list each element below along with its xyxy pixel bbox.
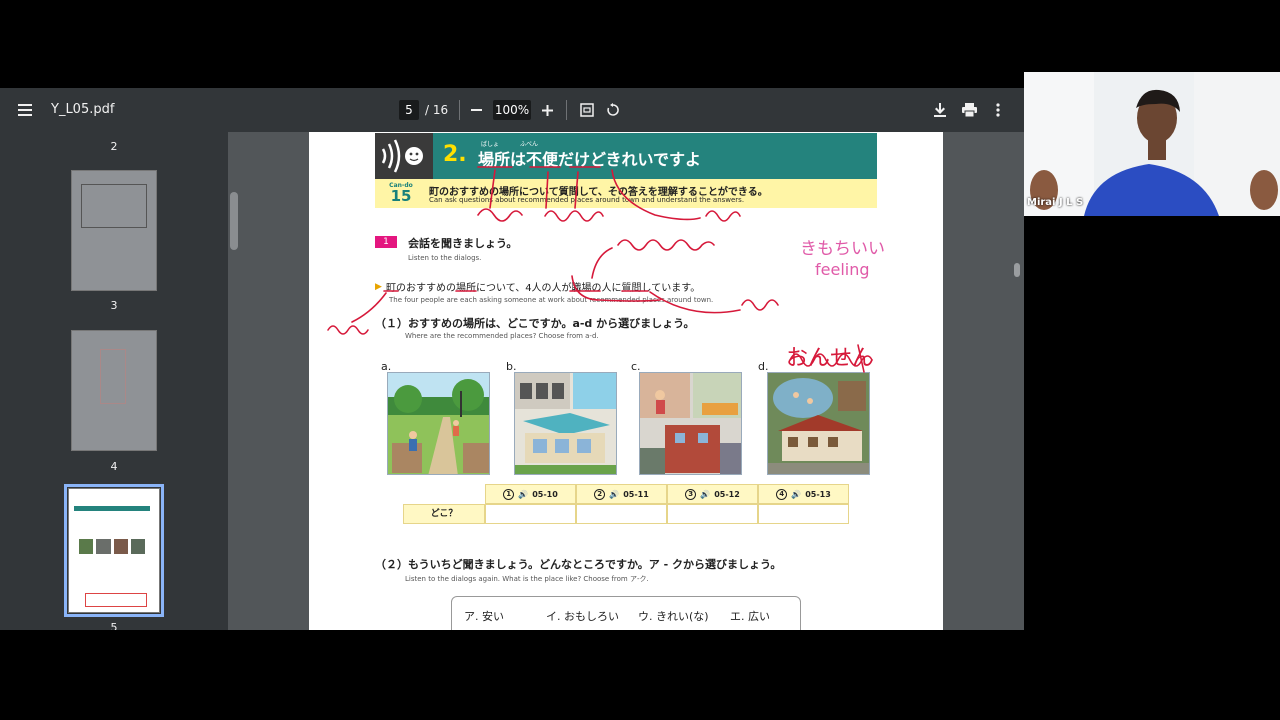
annotation-onsen: おんせん	[786, 346, 875, 371]
table-header: 3 🔊 05-12	[667, 484, 758, 504]
question-2: （２）もういちど聞きましょう。どんなところですか。ア - クから選びましょう。	[375, 558, 782, 571]
park-picture	[387, 372, 490, 475]
thumbnail-label: 3	[110, 299, 118, 312]
track-number: 1	[503, 488, 515, 500]
plus-icon	[541, 104, 553, 116]
choice-item: イ. おもしろい	[546, 610, 619, 623]
thumbnail-label: 2	[110, 140, 118, 153]
answer-cell	[576, 504, 667, 524]
question-1-translation: Where are the recommended places? Choose…	[405, 332, 599, 340]
table-row-label: どこ？	[403, 504, 485, 524]
participant-name: Mirai J L S	[1027, 197, 1084, 208]
thumbnail-label: 5	[110, 621, 118, 630]
rotate-icon	[607, 103, 619, 116]
choices-box: ア. 安い イ. おもしろい ウ. きれい(な) エ. 広い	[451, 596, 801, 630]
track-number: 4	[776, 488, 788, 500]
audio-badge	[375, 133, 433, 179]
annotation-kimochi: きもちいい	[800, 239, 885, 259]
page-thumbnail-3[interactable]	[71, 170, 157, 291]
lesson-number: 2.	[443, 142, 467, 167]
track-code: 05-12	[714, 489, 740, 499]
more-vert-icon	[996, 103, 1000, 117]
table-header: 1 🔊 05-10	[485, 484, 576, 504]
zoom-in-button[interactable]	[533, 96, 561, 124]
print-button[interactable]	[955, 96, 983, 124]
toolbar-divider	[459, 100, 460, 120]
lesson-header: 2. ばしょ ふべん 場所は不便だけどきれいですよ	[375, 133, 877, 179]
webcam-video	[1024, 72, 1280, 216]
choice-item: ア. 安い	[464, 610, 504, 623]
table-header: 4 🔊 05-13	[758, 484, 849, 504]
answer-table: 1 🔊 05-10 2 🔊 05-11 3 🔊 05-12 4 🔊 05-13 どこ？	[403, 484, 849, 525]
track-code: 05-10	[532, 489, 558, 499]
speaker-icon: 🔊	[700, 489, 711, 499]
triangle-bullet-icon: ▶	[375, 282, 382, 292]
document-title: Y_L05.pdf	[51, 102, 115, 117]
track-code: 05-11	[623, 489, 649, 499]
table-header: 2 🔊 05-11	[576, 484, 667, 504]
answer-cell	[485, 504, 576, 524]
can-do-number: 15	[390, 187, 412, 205]
thumbnail-box	[85, 593, 147, 607]
fit-to-page-icon	[580, 103, 594, 117]
rotate-button[interactable]	[599, 96, 627, 124]
toolbar-divider	[566, 100, 567, 120]
page-total: / 16	[425, 103, 449, 117]
can-do-translation: Can ask questions about recommended plac…	[429, 196, 745, 204]
zoom-out-button[interactable]	[462, 96, 490, 124]
lesson-title: 場所は不便だけどきれいですよ	[478, 150, 702, 169]
sidebar-scrollbar[interactable]	[230, 192, 238, 250]
section-badge: 1	[375, 236, 397, 248]
thumbnail-sidebar: 2 3 4 5	[0, 132, 228, 630]
download-button[interactable]	[926, 96, 954, 124]
thumbnail-pictures	[79, 539, 145, 554]
question-2-translation: Listen to the dialogs again. What is the…	[405, 575, 649, 583]
thumbnail-label: 4	[110, 460, 118, 473]
gym-picture	[514, 372, 617, 475]
pdf-page: 2. ばしょ ふべん 場所は不便だけどきれいですよ Can-do 15 町のおす…	[309, 132, 943, 630]
screen: Y_L05.pdf 5 / 16 100% 2 3 4 5 2. ばしょ ふべん…	[0, 0, 1280, 720]
intro-translation: The four people are each asking someone …	[389, 296, 714, 304]
audio-speaker-icon	[381, 139, 423, 173]
document-scrollbar[interactable]	[1014, 263, 1020, 277]
page-number-input[interactable]: 5	[399, 100, 419, 120]
thumbnail-header	[74, 506, 150, 511]
choice-item: エ. 広い	[730, 610, 770, 623]
shopping-picture	[639, 372, 742, 475]
speaker-icon: 🔊	[791, 489, 802, 499]
thumbnail-content	[100, 349, 126, 404]
page-thumbnail-5[interactable]	[64, 484, 164, 617]
hot-spring-picture	[767, 372, 870, 475]
answer-cell	[758, 504, 849, 524]
page-thumbnail-4[interactable]	[71, 330, 157, 451]
speaker-icon: 🔊	[609, 489, 620, 499]
answer-cell	[667, 504, 758, 524]
thumbnail-content	[81, 184, 147, 228]
zoom-input[interactable]: 100%	[493, 100, 531, 120]
menu-button[interactable]	[11, 96, 39, 124]
print-icon	[961, 103, 977, 117]
pdf-toolbar: Y_L05.pdf 5 / 16 100%	[0, 88, 1024, 132]
minus-icon	[470, 109, 482, 111]
can-do-badge: Can-do 15	[381, 182, 421, 206]
section-subtitle: Listen to the dialogs.	[408, 254, 482, 262]
hamburger-icon	[18, 104, 32, 116]
more-options-button[interactable]	[984, 96, 1012, 124]
download-icon	[934, 103, 946, 117]
fit-page-button[interactable]	[573, 96, 601, 124]
can-do-banner: Can-do 15 町のおすすめの場所について質問して、その答えを理解することが…	[375, 179, 877, 208]
webcam-tile: Mirai J L S	[1024, 72, 1280, 216]
track-number: 3	[685, 488, 697, 500]
question-1: （１）おすすめの場所は、どこですか。a-d から選びましょう。	[375, 317, 695, 330]
page-navigator: 5 / 16	[399, 100, 448, 120]
annotation-feeling: feeling	[815, 260, 870, 279]
intro-text: 町のおすすめの場所について、4人の人が職場の人に質問しています。	[386, 283, 701, 294]
speaker-icon: 🔊	[518, 489, 529, 499]
track-code: 05-13	[805, 489, 831, 499]
choice-item: ウ. きれい(な)	[638, 610, 709, 623]
section-title: 会話を聞きましょう。	[408, 237, 518, 250]
track-number: 2	[594, 488, 606, 500]
